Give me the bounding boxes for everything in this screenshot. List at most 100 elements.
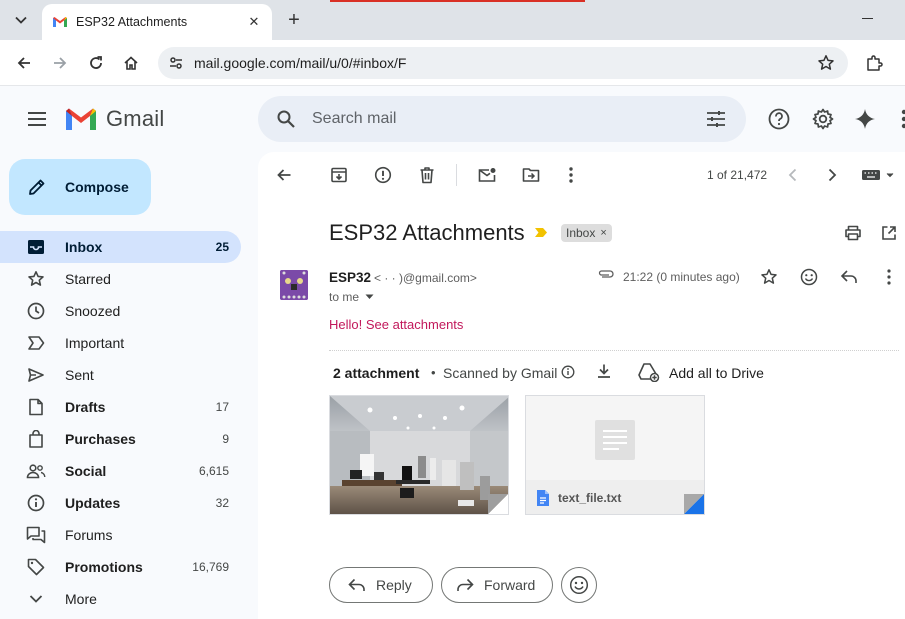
star-icon (761, 269, 777, 284)
older-button[interactable] (819, 162, 845, 188)
recipients-toggle[interactable]: to me (329, 290, 374, 304)
chevron-down-icon (15, 16, 27, 24)
inbox-label-chip[interactable]: Inbox × (561, 224, 612, 242)
tune-icon (170, 57, 182, 69)
reload-icon (90, 56, 102, 69)
star-email-button[interactable] (756, 264, 782, 290)
browser-tabstrip: ESP32 Attachments ✕ + (0, 0, 905, 40)
back-to-inbox-button[interactable] (271, 162, 297, 188)
open-new-window-button[interactable] (876, 220, 902, 246)
star-icon (26, 269, 46, 289)
puzzle-icon (867, 55, 883, 71)
forward-button[interactable] (48, 51, 72, 75)
page-fold-icon (684, 494, 704, 514)
tab-search-button[interactable] (8, 7, 34, 33)
attachment-clip-icon (598, 270, 614, 278)
gmail-favicon-icon (53, 17, 67, 27)
sidebar-item-drafts[interactable]: Drafts 17 (0, 391, 241, 423)
forward-button[interactable]: Forward (441, 567, 553, 603)
sidebar-item-social[interactable]: Social 6,615 (0, 455, 241, 487)
sidebar-item-snoozed[interactable]: Snoozed (0, 295, 241, 327)
newer-button[interactable] (780, 162, 806, 188)
attachments-divider (329, 350, 899, 351)
sidebar-item-promotions[interactable]: Promotions 16,769 (0, 551, 241, 583)
browser-tab[interactable]: ESP32 Attachments ✕ (42, 4, 272, 40)
page-fold-icon (488, 494, 508, 514)
reply-icon-button[interactable] (836, 264, 862, 290)
sender-email: < · · )@gmail.com> (374, 271, 477, 285)
search-options-button[interactable] (696, 99, 736, 139)
sidebar-item-more[interactable]: More (0, 583, 241, 615)
add-reaction-button[interactable] (796, 264, 822, 290)
forward-label: Forward (484, 577, 536, 593)
sidebar-item-sent[interactable]: Sent (0, 359, 241, 391)
sidebar-item-important[interactable]: Important (0, 327, 241, 359)
gemini-button[interactable] (850, 104, 880, 134)
trash-icon (420, 167, 434, 184)
main-menu-button[interactable] (22, 104, 52, 134)
reply-icon (348, 578, 366, 592)
file-attachment-card[interactable]: text_file.txt (525, 395, 705, 515)
sidebar-item-inbox[interactable]: Inbox 25 (0, 231, 241, 263)
apps-button[interactable] (892, 104, 905, 134)
sidebar-item-forums[interactable]: Forums (0, 519, 241, 551)
sender-name[interactable]: ESP32 (329, 270, 371, 285)
sidebar-item-label: Drafts (65, 399, 106, 415)
archive-button[interactable] (326, 162, 352, 188)
info-icon[interactable] (561, 365, 575, 379)
filter-options-icon (707, 111, 725, 127)
reload-button[interactable] (84, 51, 108, 75)
extensions-button[interactable] (862, 51, 886, 75)
more-options-button[interactable] (558, 162, 584, 188)
file-attachment-footer: text_file.txt (526, 480, 704, 514)
remove-label-button[interactable]: × (600, 227, 606, 239)
people-icon (26, 461, 46, 481)
tab-close-button[interactable]: ✕ (246, 14, 262, 30)
email-timestamp: 21:22 (0 minutes ago) (623, 270, 740, 284)
gmail-logo[interactable]: Gmail (64, 106, 164, 132)
sender-avatar[interactable] (280, 270, 308, 300)
print-button[interactable] (840, 220, 866, 246)
reply-button[interactable]: Reply (329, 567, 433, 603)
download-all-icon[interactable] (595, 362, 613, 380)
chevron-down-icon (26, 589, 46, 609)
send-icon (26, 365, 46, 385)
toolbar-divider (456, 164, 457, 186)
site-info-button[interactable] (162, 49, 190, 77)
arrow-left-icon (277, 169, 291, 181)
message-more-button[interactable] (876, 264, 902, 290)
minimize-button[interactable] (862, 18, 873, 19)
add-to-drive-button[interactable]: Add all to Drive (669, 365, 764, 381)
apps-grid-icon (901, 109, 905, 129)
sidebar-item-updates[interactable]: Updates 32 (0, 487, 241, 519)
report-spam-button[interactable] (370, 162, 396, 188)
image-attachment-card[interactable] (329, 395, 509, 515)
address-bar[interactable]: mail.google.com/mail/u/0/#inbox/F (158, 47, 848, 79)
doc-file-icon (537, 490, 549, 506)
search-input[interactable] (312, 110, 696, 128)
emoji-reaction-button[interactable] (561, 567, 597, 603)
search-button[interactable] (264, 97, 308, 141)
sidebar-item-starred[interactable]: Starred (0, 263, 241, 295)
settings-button[interactable] (808, 104, 838, 134)
delete-button[interactable] (414, 162, 440, 188)
reply-label: Reply (376, 577, 412, 593)
importance-marker-icon[interactable] (534, 227, 548, 238)
support-button[interactable] (764, 104, 794, 134)
unread-count: 25 (215, 240, 229, 254)
mark-unread-button[interactable] (474, 162, 500, 188)
sparkle-icon (855, 109, 875, 129)
sidebar-item-label: Starred (65, 271, 111, 287)
new-tab-button[interactable]: + (282, 8, 306, 32)
drive-add-icon[interactable] (638, 362, 660, 382)
compose-button[interactable]: Compose (9, 159, 151, 215)
input-tools-button[interactable] (858, 162, 898, 188)
url-text[interactable]: mail.google.com/mail/u/0/#inbox/F (194, 55, 812, 71)
back-button[interactable] (12, 51, 36, 75)
move-to-button[interactable] (518, 162, 544, 188)
bookmark-button[interactable] (812, 49, 840, 77)
home-button[interactable] (119, 51, 143, 75)
sidebar-item-label: Forums (65, 527, 113, 543)
sidebar-item-purchases[interactable]: Purchases 9 (0, 423, 241, 455)
unread-count: 32 (215, 496, 229, 510)
